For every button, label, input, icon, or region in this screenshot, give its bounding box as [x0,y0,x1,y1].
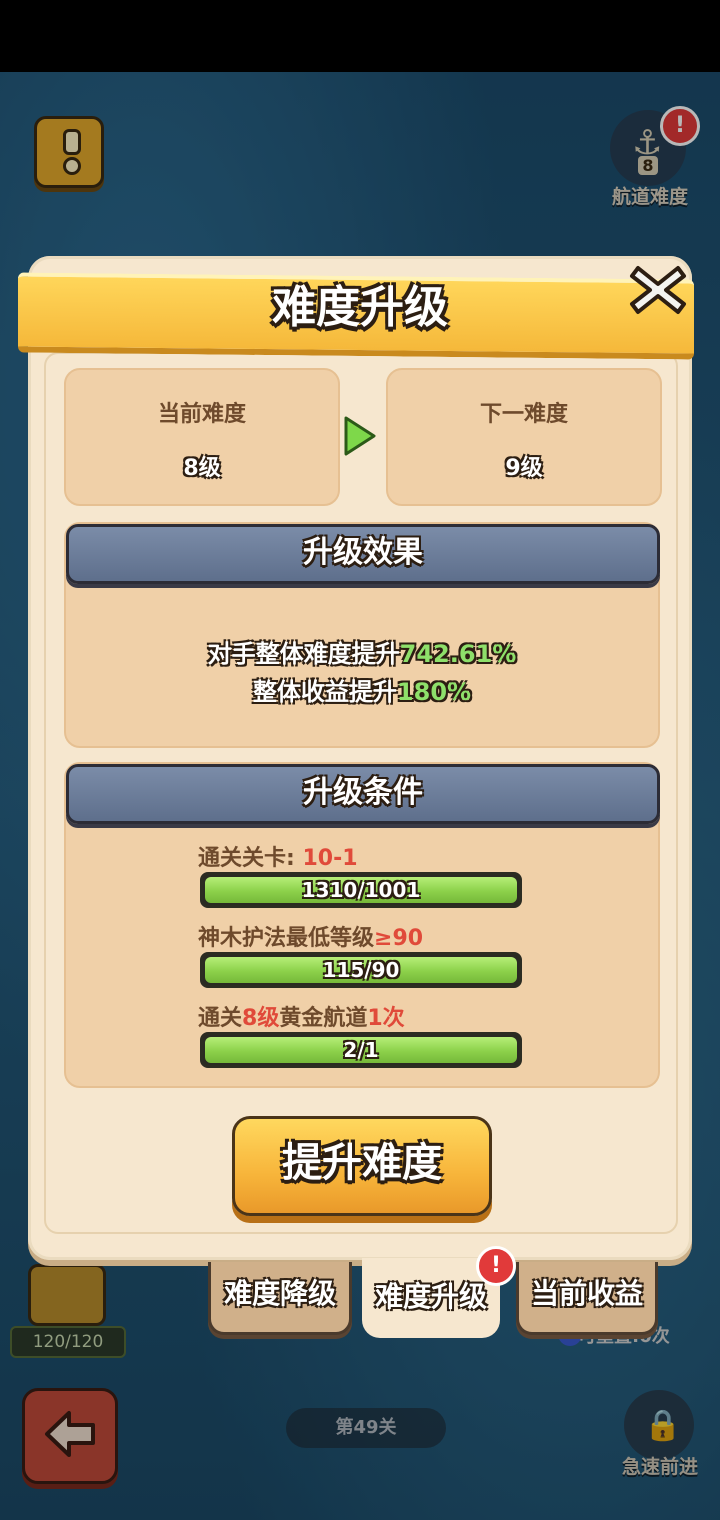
tab-alert-badge: ! [476,1246,516,1286]
raise-difficulty-label: 提升难度 [282,1140,442,1186]
raise-difficulty-button[interactable]: 提升难度 [232,1116,492,1216]
upgrade-conditions-title: 升级条件 [303,775,423,810]
upgrade-effects-header: 升级效果 [66,524,660,584]
effect-opponent-difficulty: 对手整体难度提升742.61% [207,640,517,668]
upgrade-conditions-header: 升级条件 [66,764,660,824]
condition-stage-progress: 1310/1001 [200,872,522,908]
condition-stage-label: 通关关卡: 10-1 [198,846,358,871]
effect-opponent-value: 742.61% [399,640,517,668]
condition-guardian-label: 神木护法最低等级≥90 [198,926,424,951]
status-bar [0,0,720,72]
next-difficulty-value: 9级 [505,456,543,481]
upgrade-effects-title: 升级效果 [303,535,423,570]
current-difficulty-label: 当前难度 [157,402,246,427]
condition-golden-lane-progress: 2/1 [200,1032,522,1068]
tab-current-income[interactable]: 当前收益 [516,1262,658,1335]
arrow-right-icon [344,416,376,456]
upgrade-effects-section: 升级效果 对手整体难度提升742.61% 整体收益提升180% [64,522,660,748]
condition-golden-lane-label: 通关8级黄金航道1次 [198,1006,405,1031]
current-difficulty-card: 当前难度 8级 [64,368,340,506]
current-difficulty-value: 8级 [183,456,221,481]
effect-income-value: 180% [396,678,472,706]
close-button[interactable] [626,260,690,320]
tab-difficulty-downgrade[interactable]: 难度降级 [208,1262,352,1335]
next-difficulty-label: 下一难度 [479,402,568,427]
next-difficulty-card: 下一难度 9级 [386,368,662,506]
condition-guardian-progress: 115/90 [200,952,522,988]
dialog-title: 难度升级 [272,282,448,333]
effect-overall-income: 整体收益提升180% [252,678,472,706]
close-icon [630,266,686,314]
